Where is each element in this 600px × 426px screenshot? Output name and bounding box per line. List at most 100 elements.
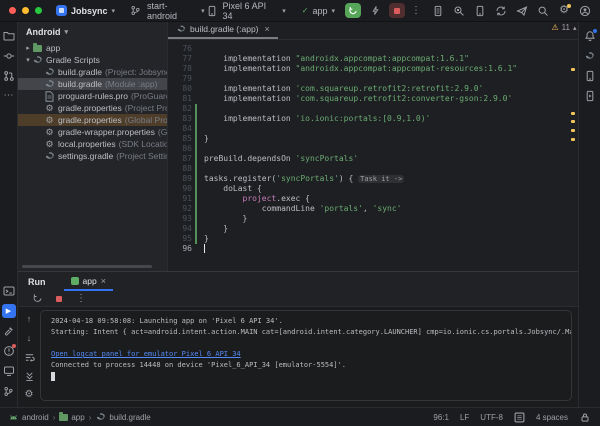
warning-stripe-mark[interactable]	[571, 120, 575, 123]
project-widget[interactable]: Jobsync ▾	[56, 5, 115, 16]
run-icon[interactable]: ▶	[2, 304, 16, 318]
tree-item-build-gradle[interactable]: build.gradle(Module :app)	[18, 78, 167, 90]
scroll-end-icon[interactable]	[22, 369, 36, 383]
run-tab-app[interactable]: app ×	[64, 272, 113, 291]
tree-item-app[interactable]: ▸app	[18, 42, 167, 54]
problems-icon[interactable]	[2, 344, 16, 358]
column-guide-icon[interactable]	[514, 412, 525, 423]
console-line: Connected to process 14448 on device 'Pi…	[51, 360, 571, 371]
tree-item-build-gradle[interactable]: build.gradle(Project: Jobsync)	[18, 66, 167, 78]
editor-tab-label: build.gradle (:app)	[190, 24, 259, 34]
gear-icon: ⚙	[44, 127, 55, 138]
project-icon[interactable]	[2, 29, 16, 43]
code-line: 89tasks.register('syncPortals') { Task i…	[168, 174, 578, 184]
close-tab-icon[interactable]: ×	[265, 24, 270, 34]
minimize-window-button[interactable]	[22, 7, 29, 14]
close-window-button[interactable]	[9, 7, 16, 14]
apply-changes-button[interactable]	[367, 3, 383, 18]
tree-item-gradle-wrapper-properties[interactable]: ⚙gradle-wrapper.properties(Gradle Versio…	[18, 126, 167, 138]
line-separator[interactable]: LF	[460, 413, 469, 422]
prev-warning-icon[interactable]: ▴	[573, 24, 577, 32]
warning-icon: ⚠	[551, 23, 558, 32]
horizontal-scrollbar[interactable]	[22, 265, 152, 268]
tree-item-gradle-properties[interactable]: ⚙gradle.properties(Project Properties)	[18, 102, 167, 114]
tree-item-proguard-rules-pro[interactable]: proguard-rules.pro(ProGuard Rules for "a…	[18, 90, 167, 102]
indent-size[interactable]: 4 spaces	[536, 413, 568, 422]
lock-icon[interactable]	[579, 412, 590, 423]
maximize-window-button[interactable]	[35, 7, 42, 14]
window-controls[interactable]	[9, 7, 42, 14]
editor-area[interactable]: build.gradle (:app) × 7677 implementatio…	[168, 22, 578, 271]
code-line: 80 implementation 'com.squareup.retrofit…	[168, 84, 578, 94]
tree-item-settings-gradle[interactable]: settings.gradle(Project Settings)	[18, 150, 167, 162]
running-devices-icon[interactable]	[583, 89, 597, 103]
more-icon[interactable]: ⋮	[74, 292, 88, 306]
up-icon[interactable]: ↑	[22, 312, 36, 326]
send-feedback-icon[interactable]	[515, 4, 529, 18]
notifications-icon[interactable]	[583, 29, 597, 43]
titlebar-icon-row: ⚙	[431, 4, 592, 18]
tree-item-local-properties[interactable]: ⚙local.properties(SDK Location)	[18, 138, 167, 150]
warning-stripe-mark[interactable]	[571, 112, 575, 115]
device-explorer-icon[interactable]	[431, 4, 445, 18]
change-marker	[195, 154, 197, 164]
rerun-app-button[interactable]	[345, 3, 361, 18]
breadcrumb-item-app[interactable]: app	[59, 413, 84, 422]
more-tools-icon[interactable]: ⋯	[2, 89, 16, 103]
warning-stripe-mark[interactable]	[571, 138, 575, 141]
soft-wrap-icon[interactable]	[22, 350, 36, 364]
status-bar: android›app›build.gradle 96:1 LF UTF-8 4…	[0, 407, 600, 426]
pull-requests-icon[interactable]	[2, 69, 16, 83]
console-line: Open logcat panel for emulator Pixel 6 A…	[51, 349, 571, 360]
code-text: implementation "androidx.appcompat:appco…	[204, 64, 517, 74]
stop-app-button[interactable]	[389, 3, 405, 18]
device-manager-icon[interactable]	[473, 4, 487, 18]
file-icon	[44, 91, 55, 102]
build-icon[interactable]	[2, 324, 16, 338]
breadcrumb-label: app	[71, 413, 84, 422]
breadcrumb[interactable]: android›app›build.gradle	[8, 412, 151, 423]
code-editor[interactable]: 7677 implementation "androidx.appcompat:…	[168, 40, 578, 254]
project-avatar	[56, 5, 67, 16]
chevron-down-icon: ▾	[65, 28, 69, 36]
breadcrumb-item-build.gradle[interactable]: build.gradle	[95, 412, 150, 422]
gutter-spacer	[195, 64, 197, 74]
branch-widget[interactable]: start-android ▾	[129, 1, 205, 21]
layout-inspector-icon[interactable]	[452, 4, 466, 18]
gradle-sync-icon[interactable]	[494, 4, 508, 18]
tree-item-gradle-scripts[interactable]: ▾Gradle Scripts	[18, 54, 167, 66]
rerun-icon[interactable]	[30, 292, 44, 306]
chevron-down-icon[interactable]: ▾	[24, 56, 32, 64]
run-console[interactable]: 2024-04-18 09:58:08: Launching app on 'P…	[40, 310, 572, 401]
settings-icon[interactable]: ⚙	[557, 4, 571, 18]
version-control-icon[interactable]	[2, 384, 16, 398]
account-icon[interactable]	[578, 4, 592, 18]
code-line: 78 implementation "androidx.appcompat:ap…	[168, 64, 578, 74]
breadcrumb-item-android[interactable]: android	[8, 412, 49, 423]
run-configuration-selector[interactable]: ✓ app ▾	[302, 6, 335, 16]
open-logcat-link[interactable]: Open logcat panel for emulator Pixel 6 A…	[51, 350, 241, 358]
stop-icon[interactable]	[52, 292, 66, 306]
console-settings-icon[interactable]: ⚙	[22, 388, 36, 402]
project-view-selector[interactable]: Android ▾	[18, 22, 167, 42]
device-manager-icon[interactable]	[583, 69, 597, 83]
down-icon[interactable]: ↓	[22, 331, 36, 345]
warning-stripe-mark[interactable]	[571, 129, 575, 132]
search-icon[interactable]	[536, 4, 550, 18]
terminal-icon[interactable]	[2, 284, 16, 298]
file-encoding[interactable]: UTF-8	[480, 413, 503, 422]
close-run-tab-icon[interactable]: ×	[101, 276, 106, 286]
more-actions-icon[interactable]: ⋮	[411, 6, 421, 16]
commit-icon[interactable]	[2, 49, 16, 63]
gradle-file-icon	[176, 24, 186, 34]
chevron-down-icon: ▾	[282, 7, 286, 15]
logcat-icon[interactable]	[2, 364, 16, 378]
device-selector[interactable]: Pixel 6 API 34 ▾	[205, 1, 286, 21]
chevron-right-icon[interactable]: ▸	[24, 44, 32, 52]
gradle-icon[interactable]	[583, 49, 597, 63]
tree-item-meta: (Global Properties)	[125, 115, 167, 125]
editor-tab[interactable]: build.gradle (:app) ×	[168, 22, 278, 39]
tree-item-gradle-properties[interactable]: ⚙gradle.properties(Global Properties)	[18, 114, 167, 126]
warning-stripe-mark[interactable]	[571, 68, 575, 71]
caret-position[interactable]: 96:1	[433, 413, 449, 422]
